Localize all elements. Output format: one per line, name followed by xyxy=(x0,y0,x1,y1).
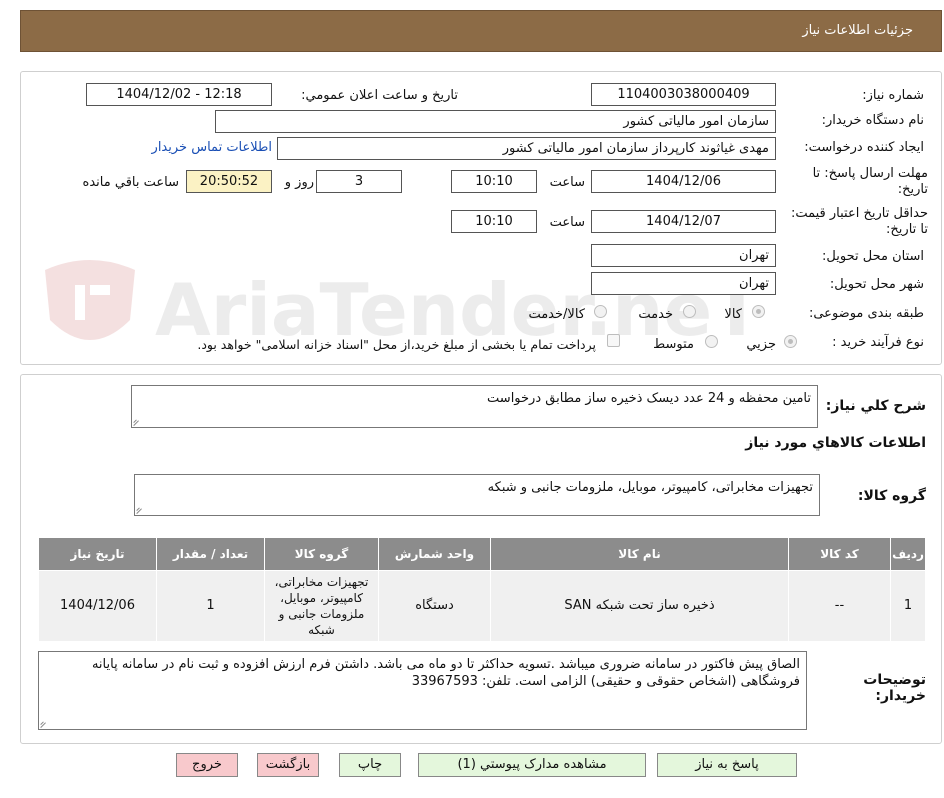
goods-group-text: تجهیزات مخابراتی، کامپیوتر، موبایل، ملزو… xyxy=(487,480,813,495)
description-textarea[interactable]: تامین محفظه و 24 عدد دیسک ذخیره ساز مطاب… xyxy=(131,385,818,428)
buyer-notes-text: الصاق پیش فاکتور در سامانه ضروری میباشد … xyxy=(91,657,800,689)
category-radio-service[interactable] xyxy=(683,305,696,318)
treasury-payment-checkbox[interactable] xyxy=(607,334,620,347)
cell-item-code: -- xyxy=(788,570,891,642)
process-option-medium: متوسط xyxy=(653,337,694,352)
page-header: جزئیات اطلاعات نیاز xyxy=(20,10,942,52)
table-row: 1 -- ذخیره ساز تحت شبکه SAN دستگاه تجهیز… xyxy=(38,570,926,642)
remaining-label: ساعت باقي مانده xyxy=(82,175,179,190)
category-radio-goods-service[interactable] xyxy=(594,305,607,318)
deadline-time-field: 10:10 xyxy=(451,170,537,193)
col-item-code: کد کالا xyxy=(788,537,891,571)
category-label: طبقه بندی موضوعی: xyxy=(808,306,924,321)
col-row-number: رديف xyxy=(890,537,926,571)
announce-label: تاریخ و ساعت اعلان عمومي: xyxy=(301,88,458,103)
creator-field: مهدی غیاثوند کارپرداز سازمان امور مالیات… xyxy=(277,137,776,160)
cell-item-name: ذخیره ساز تحت شبکه SAN xyxy=(490,570,789,642)
deadline-label: مهلت ارسال پاسخ: تا تاریخ: xyxy=(812,166,928,197)
view-attachments-button[interactable]: مشاهده مدارک پيوستي (1) xyxy=(418,753,646,777)
deadline-date-field: 1404/12/06 xyxy=(591,170,776,193)
resize-grip-icon[interactable] xyxy=(41,721,48,728)
resize-grip-icon[interactable] xyxy=(134,419,141,426)
cell-unit: دستگاه xyxy=(378,570,491,642)
col-quantity: تعداد / مقدار xyxy=(156,537,265,571)
reply-button[interactable]: پاسخ به نياز xyxy=(657,753,797,777)
watermark-shield-icon xyxy=(45,260,135,340)
buyer-org-field: سازمان امور مالیاتی کشور xyxy=(215,110,776,133)
col-unit: واحد شمارش xyxy=(378,537,491,571)
validity-date-field: 1404/12/07 xyxy=(591,210,776,233)
resize-grip-icon[interactable] xyxy=(137,507,144,514)
deadline-time-label: ساعت xyxy=(549,175,585,190)
validity-label: حداقل تاريخ اعتبار قيمت: تا تاريخ: xyxy=(790,206,928,237)
validity-time-field: 10:10 xyxy=(451,210,537,233)
table-header-row: رديف کد کالا نام کالا واحد شمارش گروه کا… xyxy=(38,537,926,571)
buyer-contact-link[interactable]: اطلاعات تماس خريدار xyxy=(152,140,272,156)
description-text: تامین محفظه و 24 عدد دیسک ذخیره ساز مطاب… xyxy=(487,391,811,406)
col-need-date: تاريخ نياز xyxy=(38,537,157,571)
print-button[interactable]: چاپ xyxy=(339,753,401,777)
announce-field: 1404/12/02 - 12:18 xyxy=(86,83,272,106)
description-label: شرح کلي نياز: xyxy=(825,398,926,414)
process-radio-medium[interactable] xyxy=(705,335,718,348)
province-label: استان محل تحويل: xyxy=(822,249,924,264)
col-item-name: نام کالا xyxy=(490,537,789,571)
days-field: 3 xyxy=(316,170,402,193)
remaining-time-field: 20:50:52 xyxy=(186,170,272,193)
cell-row-number: 1 xyxy=(890,570,926,642)
goods-table: رديف کد کالا نام کالا واحد شمارش گروه کا… xyxy=(38,537,926,642)
cell-item-group: تجهیزات مخابراتی، کامپیوتر، موبایل، ملزو… xyxy=(264,570,379,642)
cell-quantity: 1 xyxy=(156,570,265,642)
goods-group-textarea[interactable]: تجهیزات مخابراتی، کامپیوتر، موبایل، ملزو… xyxy=(134,474,820,516)
validity-time-label: ساعت xyxy=(549,215,585,230)
creator-label: ايجاد کننده درخواست: xyxy=(804,140,924,155)
process-option-minor: جزيي xyxy=(746,337,776,352)
buyer-notes-textarea[interactable]: الصاق پیش فاکتور در سامانه ضروری میباشد … xyxy=(38,651,807,730)
need-number-field: 1104003038000409 xyxy=(591,83,776,106)
category-option-goods-service: کالا/خدمت xyxy=(528,307,585,322)
cell-need-date: 1404/12/06 xyxy=(38,570,157,642)
exit-button[interactable]: خروج xyxy=(176,753,238,777)
goods-info-title: اطلاعات کالاهاي مورد نياز xyxy=(745,435,926,451)
process-radio-minor[interactable] xyxy=(784,335,797,348)
category-radio-goods[interactable] xyxy=(752,305,765,318)
process-label: نوع فرآيند خريد : xyxy=(832,335,924,350)
back-button[interactable]: بازگشت xyxy=(257,753,319,777)
province-field: تهران xyxy=(591,244,776,267)
category-option-goods: کالا xyxy=(724,307,742,322)
city-field: تهران xyxy=(591,272,776,295)
days-label: روز و xyxy=(284,175,314,190)
page-title: جزئیات اطلاعات نیاز xyxy=(802,23,913,38)
category-option-service: خدمت xyxy=(638,307,673,322)
city-label: شهر محل تحويل: xyxy=(829,277,924,292)
buyer-org-label: نام دستگاه خريدار: xyxy=(821,113,924,128)
goods-group-label: گروه کالا: xyxy=(857,488,926,504)
buyer-notes-label: توضيحات خريدار: xyxy=(863,672,926,704)
col-item-group: گروه کالا xyxy=(264,537,379,571)
treasury-payment-note: پرداخت تمام يا بخشی از مبلغ خريد،از محل … xyxy=(197,337,596,352)
need-number-label: شماره نیاز: xyxy=(862,88,924,103)
